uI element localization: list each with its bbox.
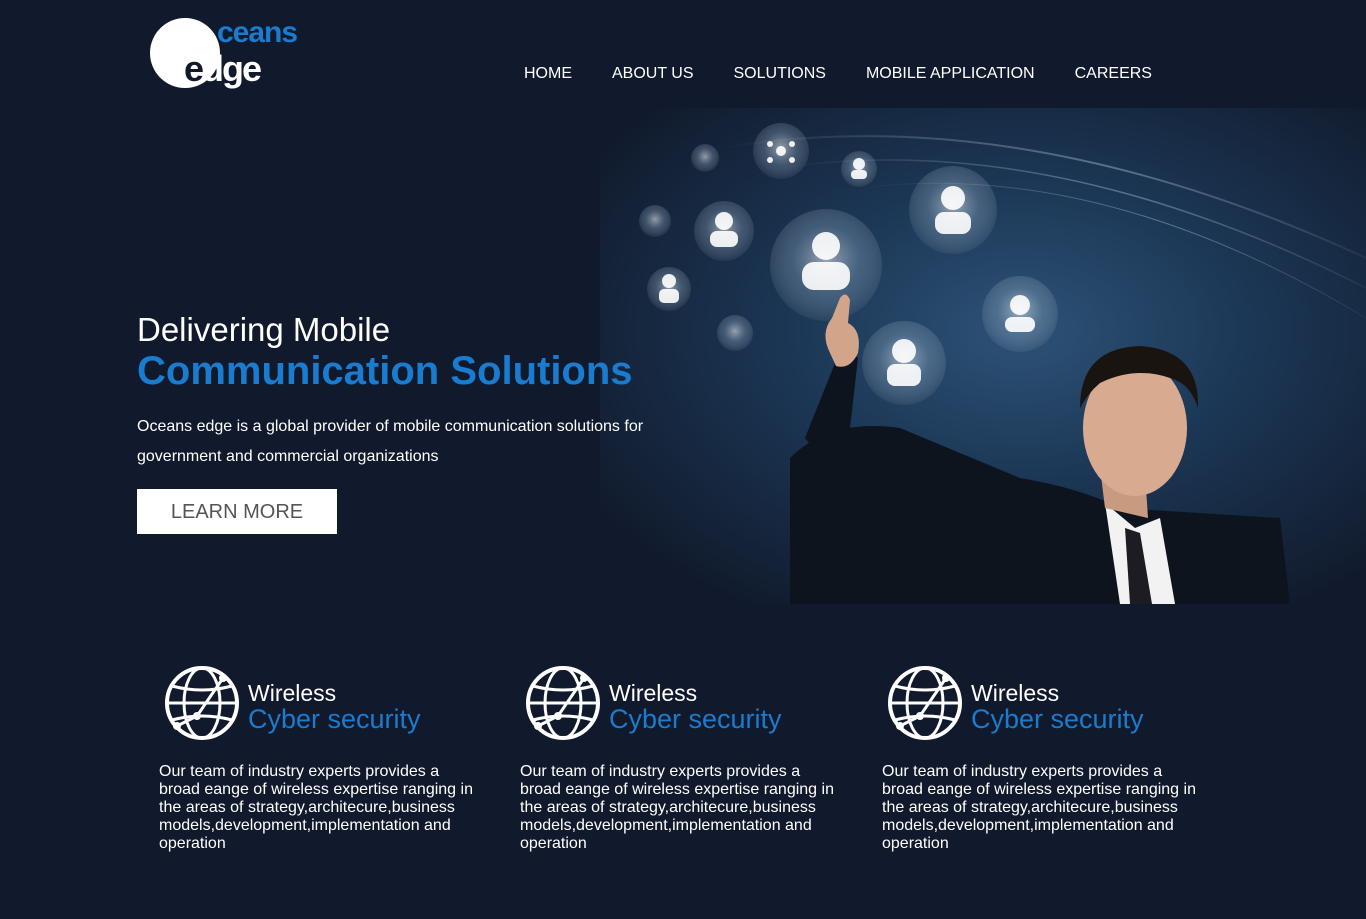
logo[interactable]: ceans edge [150, 16, 330, 90]
feature-description: Our team of industry experts provides a … [520, 763, 834, 852]
hero-title-line1: Delivering Mobile [137, 311, 391, 348]
feature-title-line1: Wireless [971, 680, 1060, 706]
feature-description: Our team of industry experts provides a … [882, 763, 1196, 852]
feature-title-line2: Cyber security [609, 704, 782, 734]
globe-network-icon [165, 666, 239, 740]
feature-title-line1: Wireless [609, 680, 698, 706]
nav-home[interactable]: HOME [504, 64, 592, 84]
nav-careers[interactable]: CAREERS [1055, 64, 1172, 84]
nav-solutions[interactable]: SOLUTIONS [714, 64, 846, 84]
hero-description: Oceans edge is a global provider of mobi… [137, 418, 644, 465]
logo-text-e: e [184, 48, 204, 89]
globe-network-icon [526, 666, 600, 740]
hero-image [600, 108, 1366, 604]
nav-about-us[interactable]: ABOUT US [592, 64, 714, 84]
feature-description: Our team of industry experts provides a … [159, 763, 473, 852]
main-nav: HOME ABOUT US SOLUTIONS MOBILE APPLICATI… [504, 64, 1172, 84]
feature-title-line2: Cyber security [971, 704, 1144, 734]
logo-text-bottom: edge [184, 48, 262, 90]
hero-title-line2: Communication Solutions [137, 349, 633, 393]
globe-network-icon [888, 666, 962, 740]
nav-mobile-application[interactable]: MOBILE APPLICATION [846, 64, 1055, 84]
learn-more-button[interactable]: LEARN MORE [137, 489, 337, 534]
feature-title-line1: Wireless [248, 680, 337, 706]
feature-title-line2: Cyber security [248, 704, 421, 734]
logo-text-top: ceans [217, 16, 298, 49]
logo-text-rest: dge [202, 48, 262, 89]
